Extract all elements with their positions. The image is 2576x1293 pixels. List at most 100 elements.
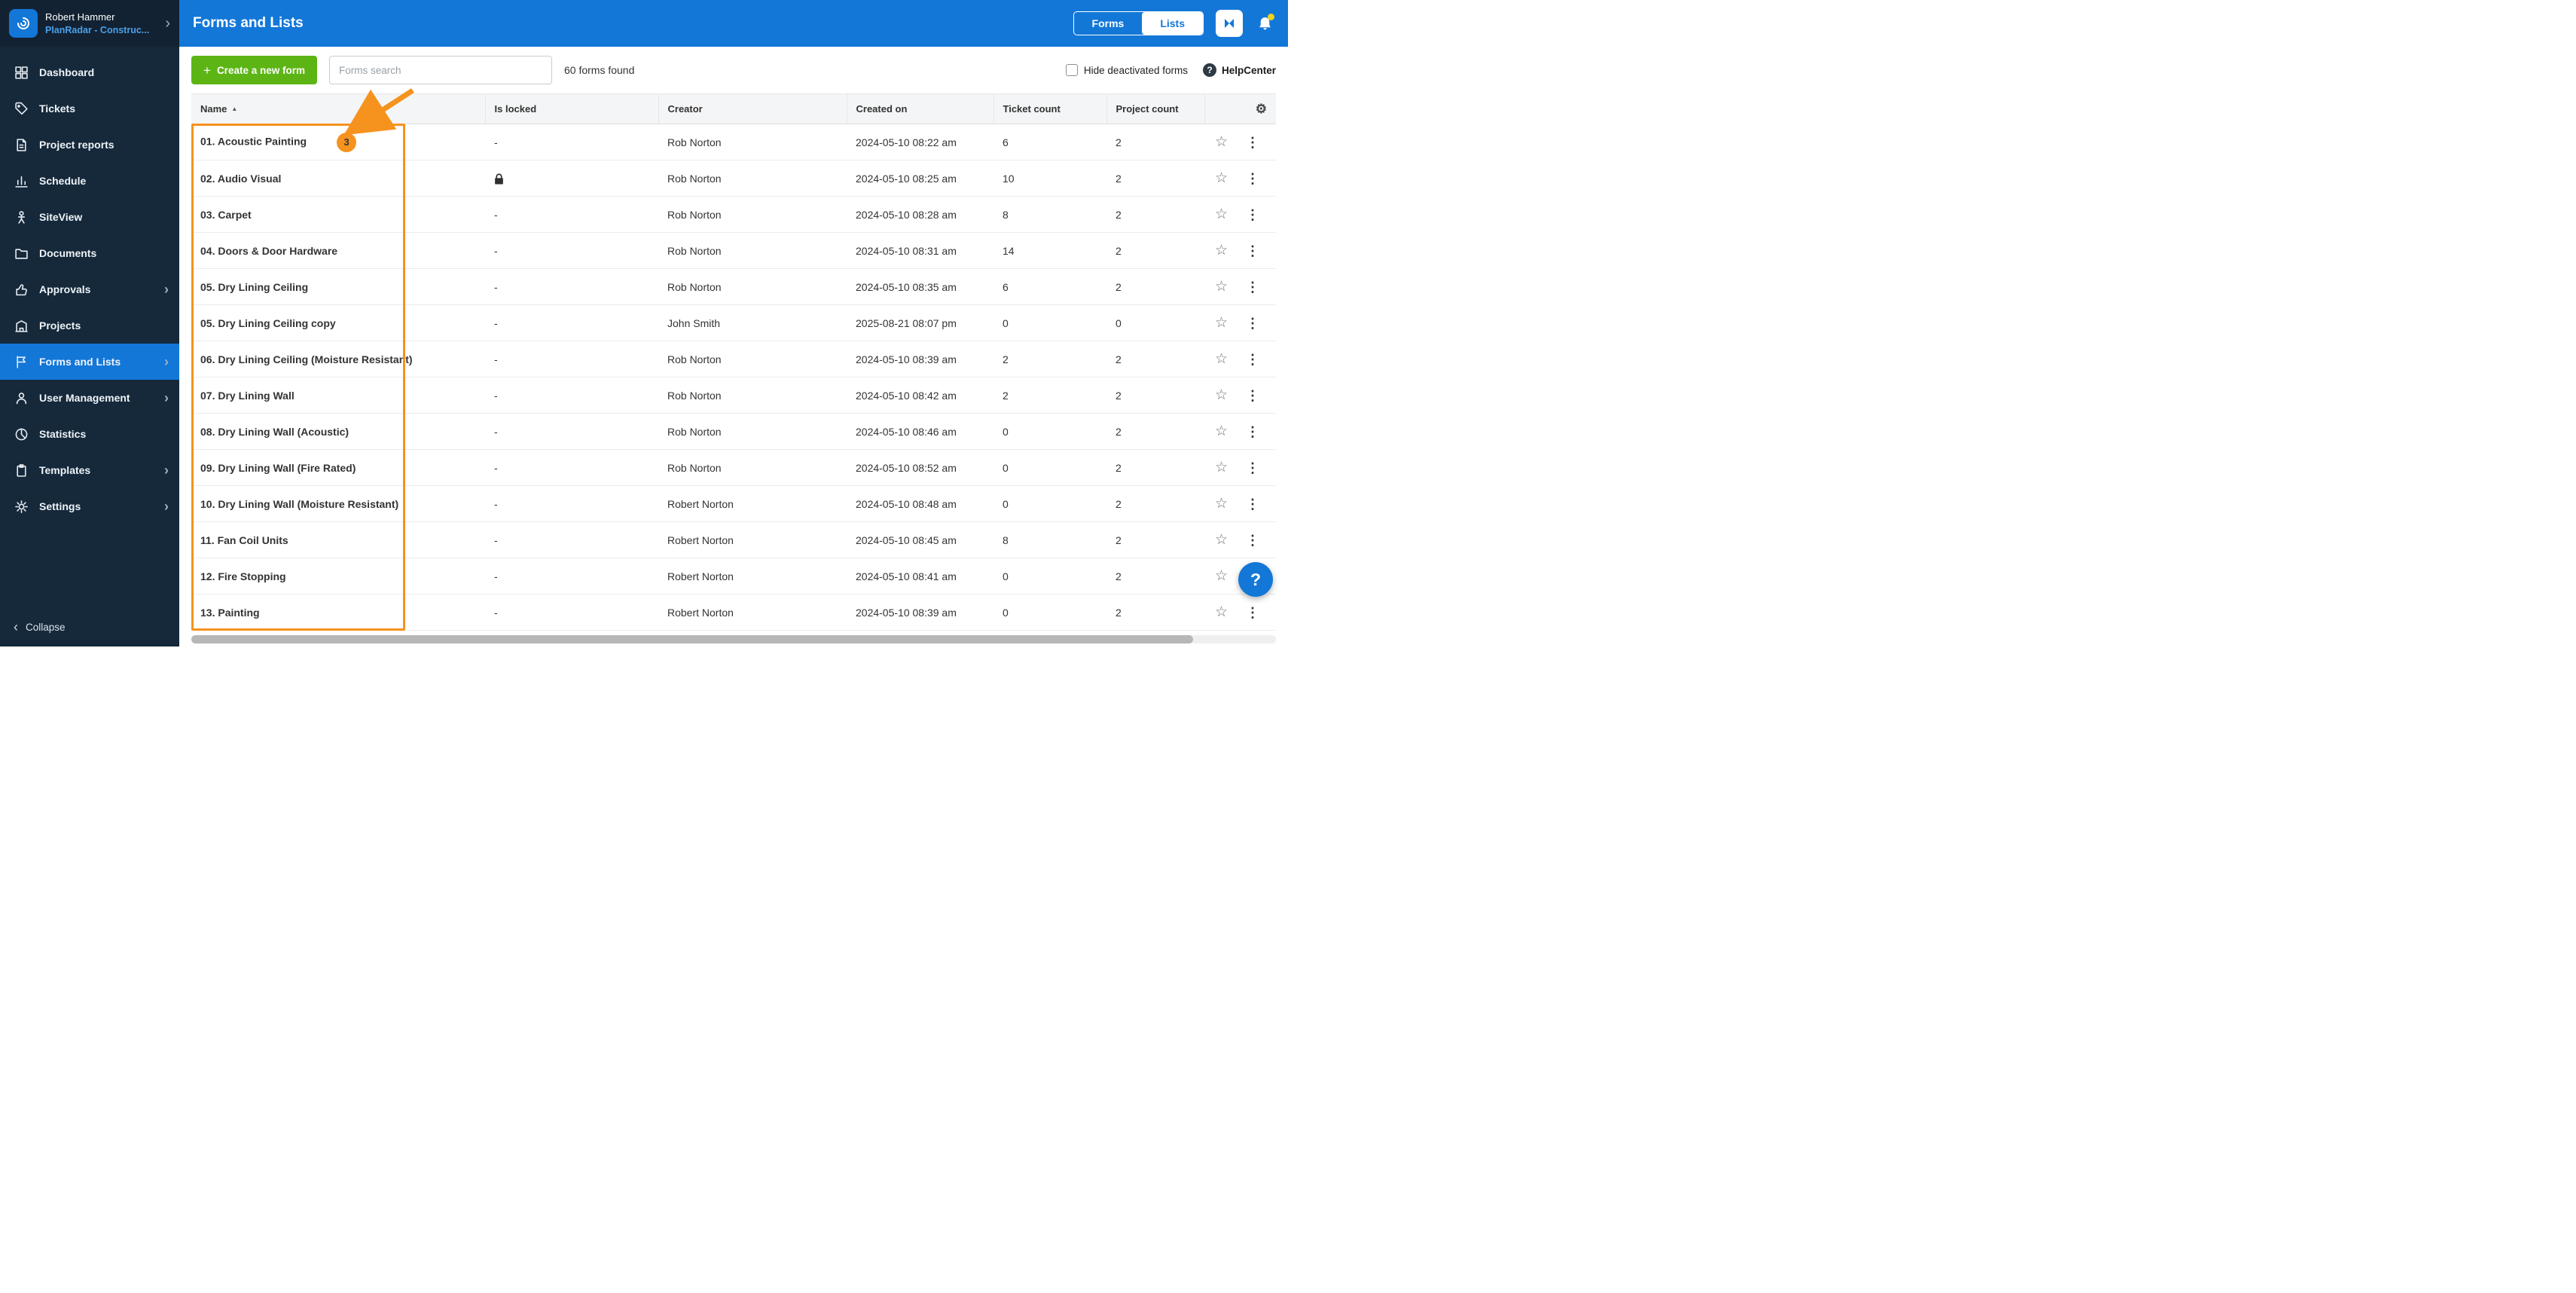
favorite-star-button[interactable]: ☆	[1215, 135, 1228, 149]
column-header-is-locked[interactable]: Is locked	[484, 93, 658, 124]
sidebar-item-documents[interactable]: Documents ›	[0, 235, 179, 271]
favorite-star-button[interactable]: ☆	[1215, 243, 1228, 258]
column-settings-button[interactable]: ⚙	[1204, 93, 1276, 124]
row-menu-button[interactable]: ⋮	[1246, 461, 1259, 475]
column-header-created-on[interactable]: Created on	[846, 93, 993, 124]
favorite-star-button[interactable]: ☆	[1215, 207, 1228, 222]
table-row[interactable]: 11. Fan Coil Units - Robert Norton 2024-…	[191, 521, 1276, 558]
created-on-cell: 2024-05-10 08:48 am	[847, 485, 993, 522]
table-row[interactable]: 04. Doors & Door Hardware - Rob Norton 2…	[191, 232, 1276, 269]
ticket-count-cell: 0	[993, 449, 1106, 486]
favorite-star-button[interactable]: ☆	[1215, 424, 1228, 439]
table-row[interactable]: 06. Dry Lining Ceiling (Moisture Resista…	[191, 341, 1276, 378]
is-locked-cell: -	[485, 196, 658, 233]
ticket-count-cell: 6	[993, 124, 1106, 160]
statistics-icon	[14, 426, 29, 442]
page-title: Forms and Lists	[193, 15, 304, 31]
column-header-ticket-count[interactable]: Ticket count	[993, 93, 1106, 124]
created-on-cell: 2024-05-10 08:28 am	[847, 196, 993, 233]
annotation-step-badge: 3	[337, 132, 357, 152]
sidebar-item-tickets[interactable]: Tickets ›	[0, 90, 179, 127]
row-menu-button[interactable]: ⋮	[1246, 533, 1259, 547]
table-row[interactable]: 09. Dry Lining Wall (Fire Rated) - Rob N…	[191, 449, 1276, 486]
connect-apps-button[interactable]	[1216, 10, 1243, 37]
chevron-right-icon: ›	[164, 463, 169, 478]
row-menu-button[interactable]: ⋮	[1246, 497, 1259, 511]
row-menu-button[interactable]: ⋮	[1246, 208, 1259, 222]
table-row[interactable]: 05. Dry Lining Ceiling copy - John Smith…	[191, 304, 1276, 341]
create-form-button[interactable]: + Create a new form	[191, 56, 317, 84]
question-icon: ?	[1202, 63, 1216, 77]
favorite-star-button[interactable]: ☆	[1215, 171, 1228, 185]
row-menu-button[interactable]: ⋮	[1246, 425, 1259, 439]
helpcenter-button[interactable]: ? HelpCenter	[1202, 63, 1276, 77]
toggle-lists-button[interactable]: Lists	[1142, 12, 1203, 35]
forms-search-input[interactable]	[328, 56, 552, 84]
table-row[interactable]: 12. Fire Stopping - Robert Norton 2024-0…	[191, 558, 1276, 595]
sidebar-item-approvals[interactable]: Approvals ›	[0, 271, 179, 307]
form-name-cell: 03. Carpet	[191, 196, 485, 233]
hide-deactivated-checkbox[interactable]	[1065, 64, 1078, 76]
sidebar-item-dashboard[interactable]: Dashboard ›	[0, 54, 179, 90]
favorite-star-button[interactable]: ☆	[1215, 316, 1228, 330]
hide-deactivated-toggle[interactable]: Hide deactivated forms	[1065, 64, 1188, 76]
table-row[interactable]: 01. Acoustic Painting 3 - Rob Norton 2024…	[191, 124, 1276, 160]
sidebar-item-forms-and-lists[interactable]: Forms and Lists ›	[0, 344, 179, 380]
table-row[interactable]: 03. Carpet - Rob Norton 2024-05-10 08:28…	[191, 196, 1276, 233]
notifications-button[interactable]	[1255, 14, 1274, 33]
favorite-star-button[interactable]: ☆	[1215, 569, 1228, 583]
row-menu-button[interactable]: ⋮	[1246, 244, 1259, 258]
ticket-count-cell: 10	[993, 160, 1106, 197]
column-header-creator[interactable]: Creator	[658, 93, 847, 124]
floating-help-button[interactable]: ?	[1238, 562, 1273, 597]
sidebar-item-project-reports[interactable]: Project reports ›	[0, 127, 179, 163]
horizontal-scrollbar-thumb[interactable]	[191, 635, 1193, 643]
table-row[interactable]: 07. Dry Lining Wall - Rob Norton 2024-05…	[191, 377, 1276, 414]
form-name-cell: 05. Dry Lining Ceiling	[191, 268, 485, 305]
project-count-cell: 2	[1106, 521, 1204, 558]
table-row[interactable]: 08. Dry Lining Wall (Acoustic) - Rob Nor…	[191, 413, 1276, 450]
toggle-forms-button[interactable]: Forms	[1074, 12, 1143, 35]
favorite-star-button[interactable]: ☆	[1215, 352, 1228, 366]
table-row[interactable]: 10. Dry Lining Wall (Moisture Resistant)…	[191, 485, 1276, 522]
sidebar-item-user-management[interactable]: User Management ›	[0, 380, 179, 416]
favorite-star-button[interactable]: ☆	[1215, 605, 1228, 619]
table-row[interactable]: 02. Audio Visual Rob Norton 2024-05-10 0…	[191, 160, 1276, 197]
is-locked-cell: -	[485, 449, 658, 486]
column-header-project-count[interactable]: Project count	[1106, 93, 1204, 124]
forms-table: Name ▲ Is locked Creator Created on Ticke…	[179, 93, 1288, 631]
sidebar-item-projects[interactable]: Projects ›	[0, 307, 179, 344]
favorite-star-button[interactable]: ☆	[1215, 388, 1228, 402]
row-menu-button[interactable]: ⋮	[1246, 353, 1259, 366]
row-menu-button[interactable]: ⋮	[1246, 606, 1259, 619]
sidebar-collapse-button[interactable]: ‹ Collapse	[0, 607, 179, 646]
form-name-cell: 12. Fire Stopping	[191, 558, 485, 595]
table-row[interactable]: 13. Painting - Robert Norton 2024-05-10 …	[191, 594, 1276, 631]
sidebar-item-statistics[interactable]: Statistics ›	[0, 416, 179, 452]
is-locked-cell: -	[485, 377, 658, 414]
row-menu-button[interactable]: ⋮	[1246, 316, 1259, 330]
column-header-name[interactable]: Name ▲	[191, 93, 485, 124]
project-count-cell: 2	[1106, 485, 1204, 522]
row-menu-button[interactable]: ⋮	[1246, 172, 1259, 185]
plus-icon: +	[203, 63, 211, 78]
favorite-star-button[interactable]: ☆	[1215, 497, 1228, 511]
favorite-star-button[interactable]: ☆	[1215, 533, 1228, 547]
row-menu-button[interactable]: ⋮	[1246, 389, 1259, 402]
row-menu-button[interactable]: ⋮	[1246, 136, 1259, 149]
favorite-star-button[interactable]: ☆	[1215, 280, 1228, 294]
created-on-cell: 2024-05-10 08:42 am	[847, 377, 993, 414]
favorite-star-button[interactable]: ☆	[1215, 460, 1228, 475]
created-on-cell: 2024-05-10 08:41 am	[847, 558, 993, 595]
sidebar-item-templates[interactable]: Templates ›	[0, 452, 179, 488]
sidebar-item-schedule[interactable]: Schedule ›	[0, 163, 179, 199]
row-menu-button[interactable]: ⋮	[1246, 280, 1259, 294]
sidebar-item-settings[interactable]: Settings ›	[0, 488, 179, 524]
sidebar-item-siteview[interactable]: SiteView ›	[0, 199, 179, 235]
account-switcher[interactable]: Robert Hammer PlanRadar - Construc... ›	[0, 0, 179, 47]
table-row[interactable]: 05. Dry Lining Ceiling - Rob Norton 2024…	[191, 268, 1276, 305]
project-reports-icon	[14, 137, 29, 152]
form-name-cell: 13. Painting	[191, 594, 485, 631]
creator-cell: Rob Norton	[658, 341, 847, 378]
ticket-count-cell: 6	[993, 268, 1106, 305]
